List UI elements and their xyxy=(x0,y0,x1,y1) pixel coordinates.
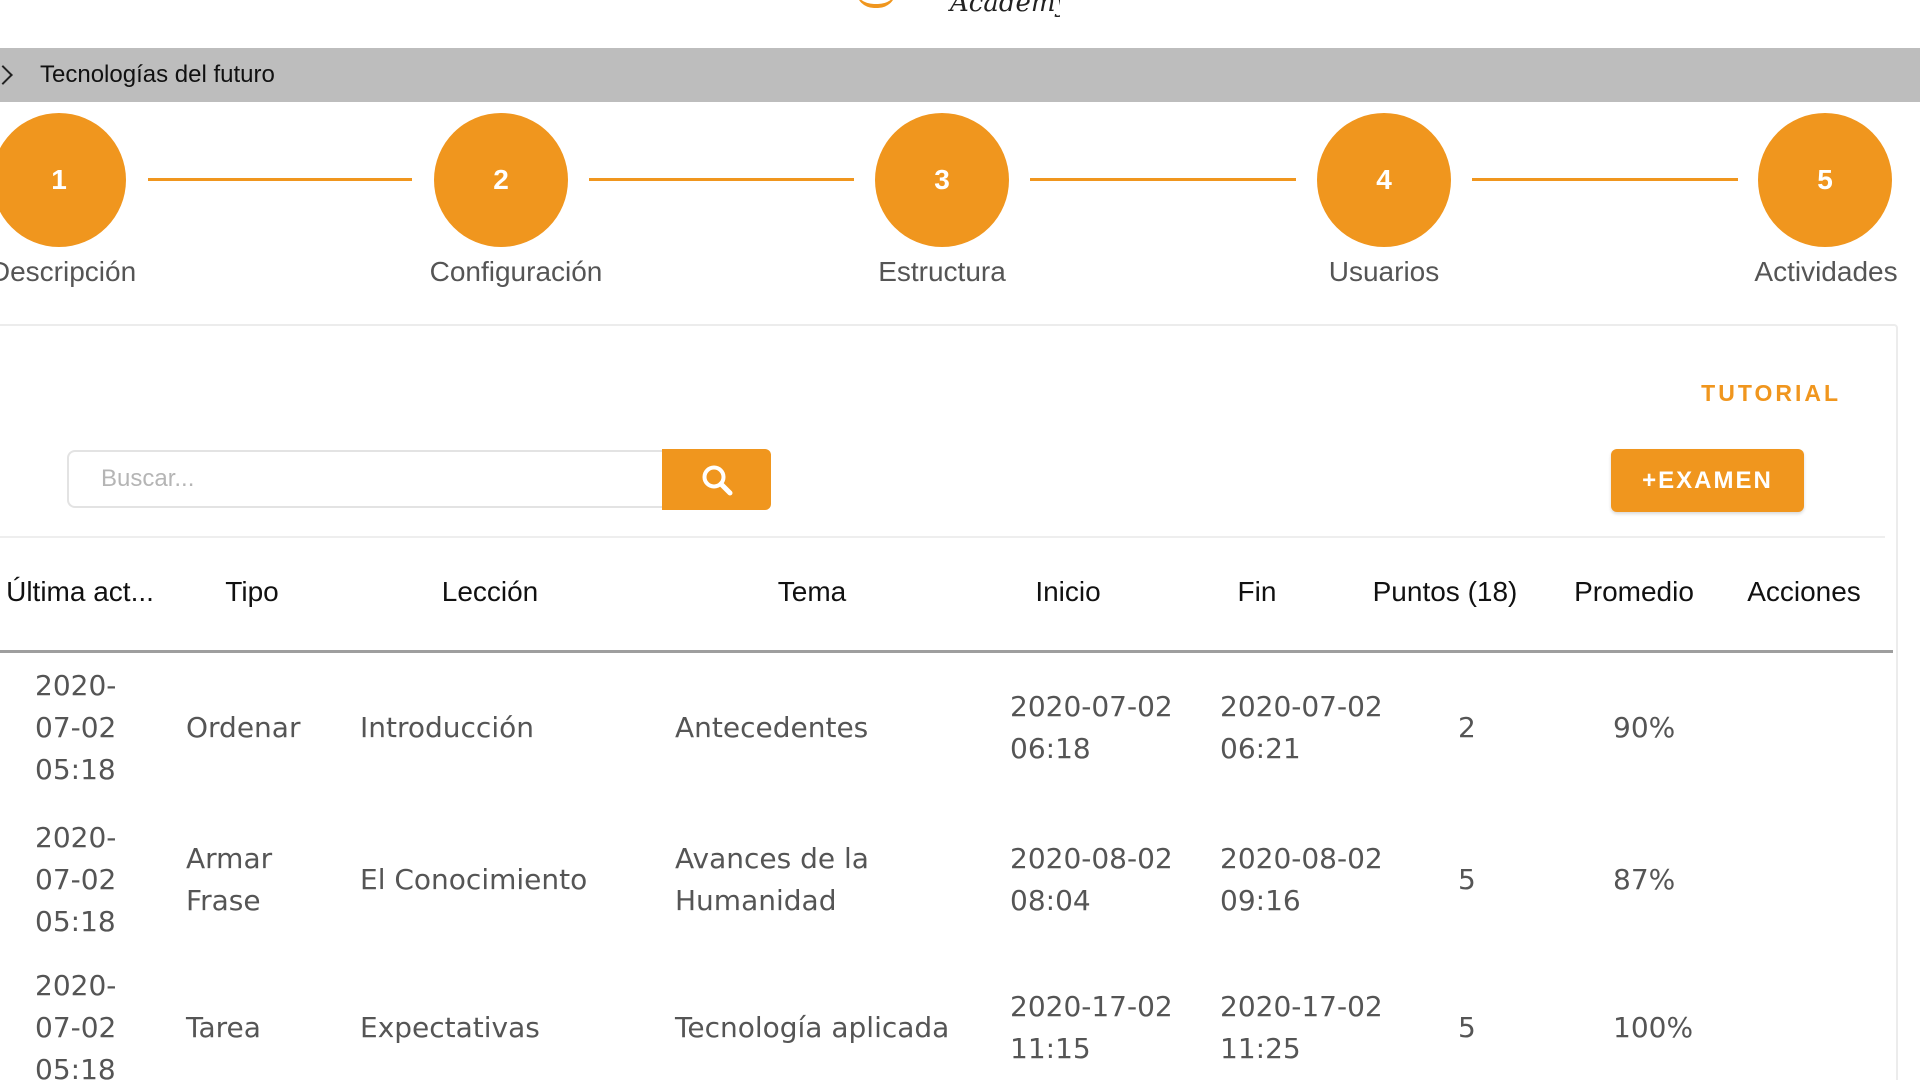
cell-line: 2020-07-02 xyxy=(1010,690,1173,723)
cell-leccion: Introducción xyxy=(360,707,534,749)
cell-line: 07-02 xyxy=(35,711,117,744)
cell-puntos: 5 xyxy=(1458,1011,1476,1044)
step-connector xyxy=(1030,178,1296,181)
cell-line: Frase xyxy=(186,884,261,917)
add-exam-button[interactable]: +EXAMEN xyxy=(1611,449,1804,512)
step-2-circle[interactable]: 2 xyxy=(434,113,568,247)
logo-mark-icon xyxy=(856,0,896,8)
cell-line: 2020- xyxy=(35,969,117,1002)
cell-line: 05:18 xyxy=(35,905,116,938)
table-row[interactable]: 2020- 07-02 05:18 Armar Frase El Conocim… xyxy=(0,805,1893,955)
column-header-inicio[interactable]: Inicio xyxy=(1035,576,1100,608)
step-connector xyxy=(148,178,412,181)
cell-line: 06:21 xyxy=(1220,732,1301,765)
cell-line: Humanidad xyxy=(675,884,837,917)
cell-line: Antecedentes xyxy=(675,711,869,744)
cell-line: 2020-08-02 xyxy=(1220,842,1383,875)
cell-line: Introducción xyxy=(360,711,534,744)
table-row[interactable]: 2020- 07-02 05:18 Ordenar Introducción A… xyxy=(0,653,1893,803)
cell-inicio: 2020-17-02 11:15 xyxy=(1010,986,1173,1070)
cell-tipo: Ordenar xyxy=(186,707,300,749)
cell-line: 07-02 xyxy=(35,863,117,896)
search-input[interactable] xyxy=(67,450,663,508)
cell-line: 07-02 xyxy=(35,1011,117,1044)
cell-fin: 2020-07-02 06:21 xyxy=(1220,686,1383,770)
cell-line: 2020-07-02 xyxy=(1220,690,1383,723)
cell-line: 2020-17-02 xyxy=(1220,990,1383,1023)
cell-line: 06:18 xyxy=(1010,732,1091,765)
cell-line: 08:04 xyxy=(1010,884,1091,917)
page: Academy Tecnologías del futuro 1 2 3 4 5… xyxy=(0,0,1920,1080)
cell-tipo: Tarea xyxy=(186,1007,261,1049)
cell-puntos: 5 xyxy=(1458,863,1476,896)
step-4-label: Usuarios xyxy=(1328,256,1440,287)
table-row[interactable]: 2020- 07-02 05:18 Tarea Expectativas Tec… xyxy=(0,953,1893,1080)
cell-line: El Conocimiento xyxy=(360,863,588,896)
cell-line: 11:15 xyxy=(1010,1032,1091,1065)
column-header-promedio[interactable]: Promedio xyxy=(1574,576,1694,608)
cell-line: 2020- xyxy=(35,821,117,854)
cell-promedio: 100% xyxy=(1613,1011,1694,1044)
logo-text: Academy xyxy=(950,0,1060,18)
cell-line: Expectativas xyxy=(360,1011,540,1044)
step-5-circle[interactable]: 5 xyxy=(1758,113,1892,247)
cell-line: Avances de la xyxy=(675,842,869,875)
cell-line: 2020- xyxy=(35,669,117,702)
cell-ultima-act: 2020- 07-02 05:18 xyxy=(35,817,116,943)
step-connector xyxy=(589,178,854,181)
column-header-leccion[interactable]: Lección xyxy=(442,576,539,608)
cell-fin: 2020-08-02 09:16 xyxy=(1220,838,1383,922)
cell-ultima-act: 2020- 07-02 05:18 xyxy=(35,665,116,791)
column-header-tema[interactable]: Tema xyxy=(778,576,846,608)
cell-leccion: Expectativas xyxy=(360,1007,540,1049)
step-connector xyxy=(1472,178,1738,181)
cell-promedio: 87% xyxy=(1613,863,1676,896)
cell-line: Tecnología aplicada xyxy=(675,1011,950,1044)
cell-leccion: El Conocimiento xyxy=(360,859,587,901)
step-1-circle[interactable]: 1 xyxy=(0,113,126,247)
cell-ultima-act: 2020- 07-02 05:18 xyxy=(35,965,116,1080)
step-3-circle[interactable]: 3 xyxy=(875,113,1009,247)
cell-inicio: 2020-08-02 08:04 xyxy=(1010,838,1173,922)
cell-tipo: Armar Frase xyxy=(186,838,272,922)
column-header-tipo[interactable]: Tipo xyxy=(225,576,278,608)
cell-line: Tarea xyxy=(186,1011,261,1044)
cell-puntos: 2 xyxy=(1458,711,1476,744)
step-2-label: Configuración xyxy=(429,256,603,287)
cell-promedio: 90% xyxy=(1613,711,1676,744)
search-button[interactable] xyxy=(662,449,771,510)
breadcrumb-title: Tecnologías del futuro xyxy=(40,61,275,88)
tutorial-link[interactable]: TUTORIAL xyxy=(1701,380,1841,407)
column-header-puntos[interactable]: Puntos (18) xyxy=(1373,576,1518,608)
cell-fin: 2020-17-02 11:25 xyxy=(1220,986,1383,1070)
cell-line: Ordenar xyxy=(186,711,301,744)
step-1-label: Descripción xyxy=(0,256,137,287)
cell-tema: Antecedentes xyxy=(675,707,868,749)
search-icon xyxy=(702,465,732,495)
wizard-stepper: 1 2 3 4 5 Descripción Configuración Estr… xyxy=(0,110,1920,300)
cell-line: 2020-08-02 xyxy=(1010,842,1173,875)
cell-line: 09:16 xyxy=(1220,884,1301,917)
brand-logo[interactable]: Academy xyxy=(830,0,1060,26)
cell-line: 05:18 xyxy=(35,1053,116,1080)
cell-line: 05:18 xyxy=(35,753,116,786)
cell-tema: Tecnología aplicada xyxy=(675,1007,949,1049)
breadcrumb: Tecnologías del futuro xyxy=(0,48,1920,102)
cell-line: 2020-17-02 xyxy=(1010,990,1173,1023)
column-header-fin[interactable]: Fin xyxy=(1238,576,1277,608)
cell-tema: Avances de la Humanidad xyxy=(675,838,869,922)
step-4-circle[interactable]: 4 xyxy=(1317,113,1451,247)
chevron-right-icon[interactable] xyxy=(0,65,13,85)
step-5-label: Actividades xyxy=(1754,256,1898,287)
step-3-label: Estructura xyxy=(878,256,1006,287)
column-header-ultima-act[interactable]: Última act... xyxy=(6,576,154,608)
cell-inicio: 2020-07-02 06:18 xyxy=(1010,686,1173,770)
cell-line: 11:25 xyxy=(1220,1032,1301,1065)
cell-line: Armar xyxy=(186,842,273,875)
column-header-acciones[interactable]: Acciones xyxy=(1747,576,1861,608)
table-header: Última act... Tipo Lección Tema Inicio F… xyxy=(0,538,1893,653)
